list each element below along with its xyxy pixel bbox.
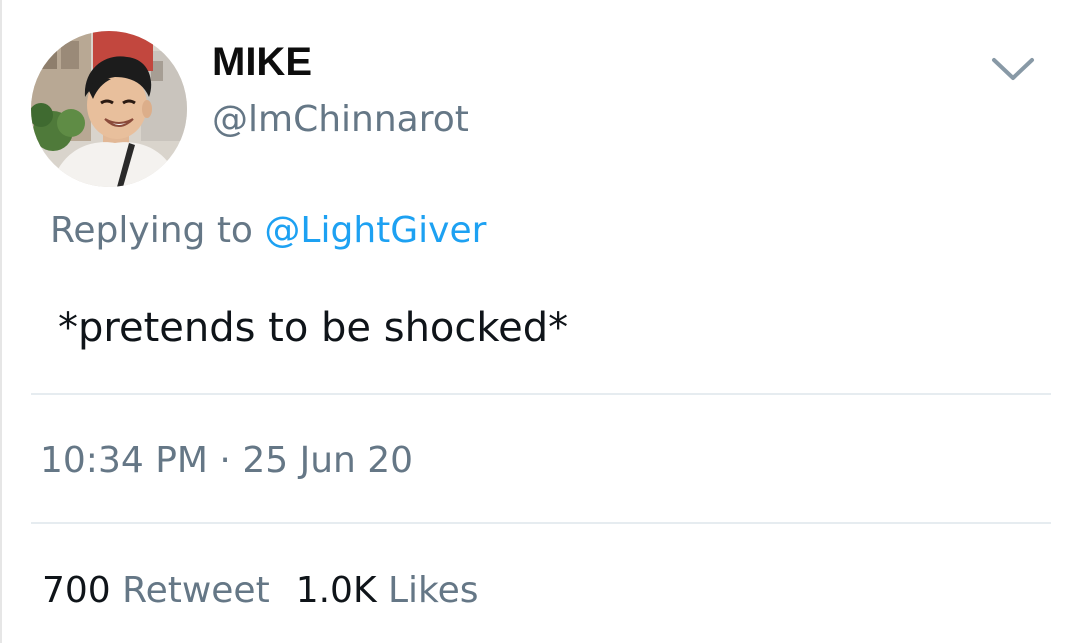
tweet-card: MIKE @lmChinnarot Replying to @LightGive… — [0, 0, 1080, 643]
display-name[interactable]: MIKE — [212, 40, 312, 84]
retweets-stat[interactable]: 700 Retweet — [42, 570, 270, 611]
likes-label: Likes — [388, 570, 479, 611]
avatar[interactable] — [31, 31, 187, 187]
left-border — [0, 0, 2, 643]
likes-stat[interactable]: 1.0K Likes — [296, 570, 479, 611]
tweet-stats: 700 Retweet 1.0K Likes — [42, 568, 479, 614]
tweet-timestamp[interactable]: 10:34 PM · 25 Jun 20 — [40, 438, 413, 484]
retweets-count: 700 — [42, 570, 111, 611]
likes-count: 1.0K — [295, 570, 377, 611]
replying-to: Replying to @LightGiver — [50, 208, 486, 254]
reply-mention-link[interactable]: @LightGiver — [264, 210, 486, 251]
tweet-time: 10:34 PM — [40, 440, 208, 481]
timestamp-separator: · — [219, 440, 231, 481]
tweet-text: *pretends to be shocked* — [58, 305, 569, 351]
replying-to-label: Replying to — [50, 210, 253, 251]
divider — [31, 393, 1051, 395]
chevron-down-icon[interactable] — [988, 50, 1038, 86]
retweets-label: Retweet — [122, 570, 270, 611]
tweet-date: 25 Jun 20 — [242, 440, 414, 481]
divider — [31, 522, 1051, 524]
user-handle[interactable]: @lmChinnarot — [212, 98, 469, 142]
